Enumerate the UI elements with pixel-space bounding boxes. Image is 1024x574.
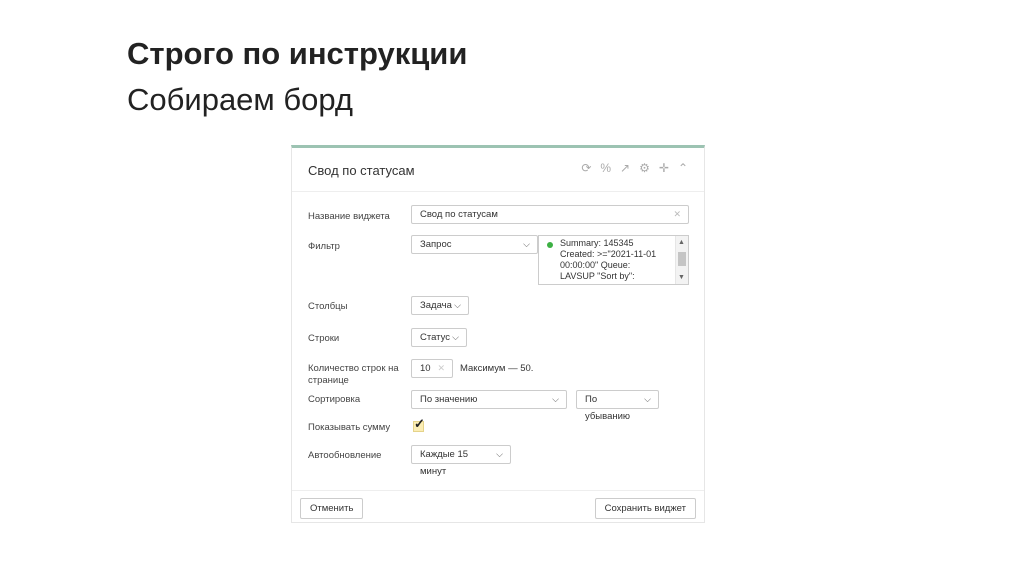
query-line: LAVSUP "Sort by":	[560, 271, 635, 281]
rows-value: Статус	[420, 332, 451, 343]
sort-order-select[interactable]: По убыванию ⌵	[576, 390, 659, 422]
widget-title: Свод по статусам	[308, 163, 415, 178]
sort-field-value: По значению	[420, 394, 478, 405]
chevron-down-icon: ⌵	[552, 394, 559, 404]
name-label: Название виджета	[308, 211, 390, 222]
columns-select[interactable]: Задача ⌵	[411, 296, 469, 315]
cancel-button[interactable]: Отменить	[300, 498, 364, 519]
chevron-down-icon: ⌵	[523, 239, 530, 249]
link-icon[interactable]: %	[600, 161, 611, 175]
filter-type-value: Запрос	[420, 239, 452, 250]
chevron-down-icon: ⌵	[452, 332, 459, 342]
chevron-down-icon: ⌵	[454, 300, 461, 310]
save-widget-button[interactable]: Сохранить виджет	[594, 498, 696, 519]
columns-label: Столбцы	[308, 301, 348, 312]
query-line: 00:00:00" Queue:	[560, 260, 631, 270]
chevron-down-icon: ⌵	[644, 394, 651, 404]
widget-name-input[interactable]: Свод по статусам ✕	[411, 205, 689, 224]
scroll-thumb[interactable]	[678, 252, 686, 266]
filter-label: Фильтр	[308, 241, 340, 252]
show-sum-label: Показывать сумму	[308, 422, 391, 433]
filter-query-textarea[interactable]: Summary: 145345 Created: >="2021-11-01 0…	[538, 235, 689, 285]
clear-icon[interactable]: ✕	[437, 360, 445, 377]
scrollbar[interactable]: ▲ ▼	[675, 236, 688, 284]
rows-select[interactable]: Статус ⌵	[411, 328, 467, 347]
per-page-input[interactable]: 10 ✕	[411, 359, 453, 378]
sort-field-select[interactable]: По значению ⌵	[411, 390, 567, 409]
slide-title: Строго по инструкции	[127, 36, 468, 71]
gear-icon[interactable]: ⚙	[639, 161, 650, 175]
sort-order-value: По убыванию	[585, 394, 631, 422]
autorefresh-select[interactable]: Каждые 15 минут ⌵	[411, 445, 511, 477]
widget-header: Свод по статусам ⟳ % ↗ ⚙ ✛ ⌃	[292, 148, 704, 192]
footer-divider	[292, 490, 704, 491]
external-link-icon[interactable]: ↗	[620, 161, 630, 175]
scroll-down-icon[interactable]: ▼	[678, 272, 685, 283]
columns-value: Задача	[420, 300, 452, 311]
filter-type-select[interactable]: Запрос ⌵	[411, 235, 538, 254]
status-dot-icon	[547, 242, 553, 248]
scroll-up-icon[interactable]: ▲	[678, 237, 685, 248]
chevron-down-icon: ⌵	[496, 449, 503, 459]
refresh-icon[interactable]: ⟳	[581, 161, 591, 175]
per-page-label: Количество строк на странице	[308, 363, 399, 386]
autorefresh-value: Каждые 15 минут	[420, 449, 469, 477]
query-line: Summary: 145345	[560, 238, 634, 248]
move-icon[interactable]: ✛	[659, 161, 669, 175]
checkmark-icon: ✓	[414, 416, 425, 431]
collapse-icon[interactable]: ⌃	[678, 161, 688, 175]
per-page-hint: Максимум — 50.	[460, 363, 534, 374]
widget-name-value: Свод по статусам	[420, 209, 498, 220]
show-sum-checkbox[interactable]: ✓	[413, 416, 425, 432]
autorefresh-label: Автообновление	[308, 450, 382, 461]
slide-subtitle: Собираем борд	[127, 82, 353, 117]
rows-label: Строки	[308, 333, 340, 344]
widget-settings-panel: Свод по статусам ⟳ % ↗ ⚙ ✛ ⌃ Название ви…	[291, 145, 705, 523]
clear-icon[interactable]: ✕	[673, 206, 681, 223]
query-line: Created: >="2021-11-01	[560, 249, 657, 259]
sort-label: Сортировка	[308, 394, 361, 405]
per-page-value: 10	[420, 363, 431, 374]
